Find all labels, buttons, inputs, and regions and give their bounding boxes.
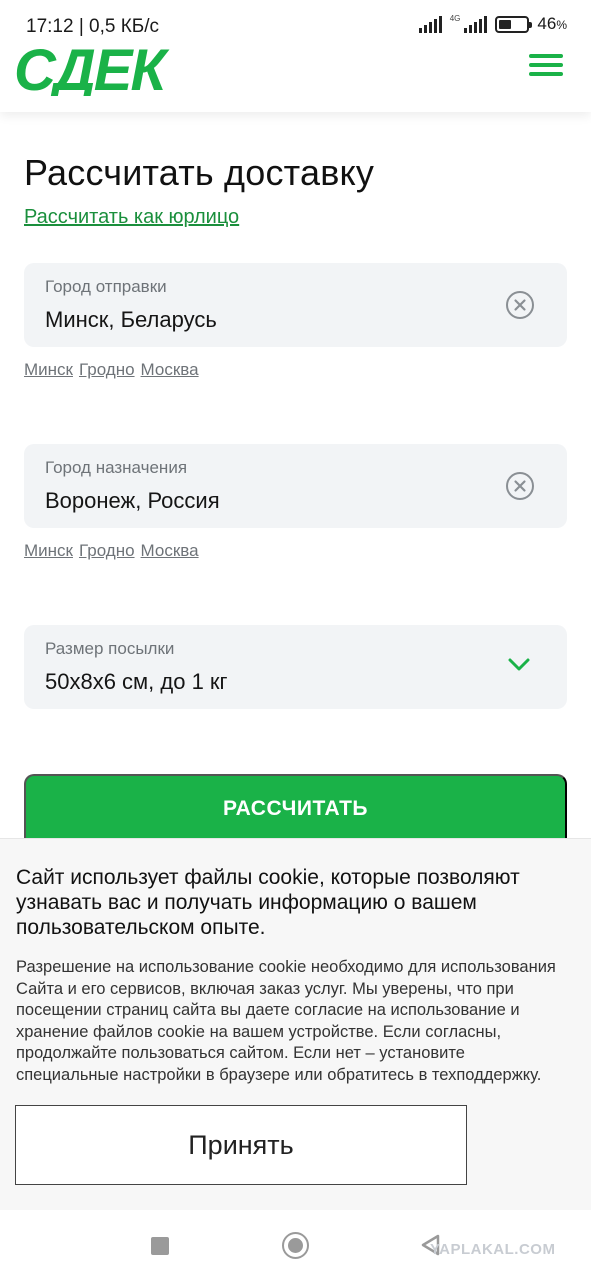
accept-button[interactable]: Принять <box>15 1105 467 1185</box>
legal-entity-link[interactable]: Рассчитать как юрлицо <box>24 206 239 229</box>
signal-icon <box>418 15 442 33</box>
origin-city-field[interactable]: Город отправки Минск, Беларусь <box>24 263 567 347</box>
quick-city-link[interactable]: Минск <box>24 541 73 561</box>
hamburger-menu-icon[interactable] <box>529 54 563 76</box>
destination-city-value[interactable]: Воронеж, Россия <box>45 488 220 514</box>
battery-icon <box>495 15 533 33</box>
recents-icon[interactable] <box>151 1237 169 1255</box>
network-type: 4G <box>449 14 461 23</box>
battery-fill <box>499 19 512 29</box>
svg-text:СДЕК: СДЕК <box>14 44 169 96</box>
home-icon[interactable] <box>282 1232 309 1259</box>
origin-city-label: Город отправки <box>45 277 167 296</box>
origin-quick-cities: Минск Гродно Москва <box>24 360 199 380</box>
top-bar: 17:12 | 0,5 КБ/с 4G 46% СДЕК <box>0 0 591 112</box>
quick-city-link[interactable]: Москва <box>141 360 199 380</box>
system-nav-bar: YAPLAKAL.COM <box>0 1210 591 1280</box>
page: 17:12 | 0,5 КБ/с 4G 46% СДЕК Рассчитать … <box>0 0 591 1280</box>
parcel-size-select[interactable]: Размер посылки 50х8х6 см, до 1 кг <box>24 625 567 709</box>
status-time: 17:12 | 0,5 КБ/с <box>26 16 160 37</box>
cdek-logo[interactable]: СДЕК <box>14 44 202 96</box>
cookie-title: Сайт использует файлы cookie, которые по… <box>16 866 520 939</box>
destination-city-label: Город назначения <box>45 458 188 477</box>
cookie-text: Разрешение на использование cookie необх… <box>16 958 556 1084</box>
parcel-size-value: 50х8х6 см, до 1 кг <box>45 669 228 694</box>
destination-city-field[interactable]: Город назначения Воронеж, Россия <box>24 444 567 528</box>
chevron-down-icon[interactable] <box>507 657 531 673</box>
signal-icon-2 <box>464 15 488 33</box>
quick-city-link[interactable]: Минск <box>24 360 73 380</box>
clear-icon[interactable] <box>505 290 535 320</box>
calculate-button[interactable]: РАССЧИТАТЬ <box>24 774 567 844</box>
battery-percent: 46% <box>537 14 567 33</box>
status-icons: 4G 46% <box>418 14 567 34</box>
destination-quick-cities: Минск Гродно Москва <box>24 541 199 561</box>
clear-icon[interactable] <box>505 471 535 501</box>
cookie-banner: Сайт использует файлы cookie, которые по… <box>0 838 591 1210</box>
watermark-text: YAPLAKAL.COM <box>430 1241 556 1258</box>
quick-city-link[interactable]: Гродно <box>79 360 135 380</box>
page-title: Рассчитать доставку <box>24 152 375 193</box>
quick-city-link[interactable]: Москва <box>141 541 199 561</box>
parcel-size-label: Размер посылки <box>45 639 175 658</box>
quick-city-link[interactable]: Гродно <box>79 541 135 561</box>
origin-city-value[interactable]: Минск, Беларусь <box>45 307 217 333</box>
